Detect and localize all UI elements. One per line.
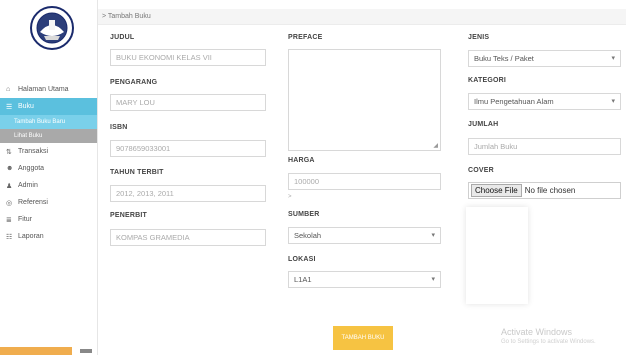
home-icon: ⌂: [6, 86, 11, 93]
pengarang-input[interactable]: MARY LOU: [110, 94, 266, 111]
jenis-label: JENIS: [468, 34, 490, 41]
sidebar-item-admin[interactable]: ♟ Admin: [0, 177, 97, 194]
sidebar-footer-bar: [0, 347, 72, 355]
harga-input[interactable]: 100000: [288, 173, 441, 190]
cover-label: COVER: [468, 167, 494, 174]
penerbit-label: PENERBIT: [110, 212, 147, 219]
breadcrumb: > Tambah Buku: [98, 9, 626, 25]
sidebar-item-label: Anggota: [18, 165, 45, 172]
isbn-input[interactable]: 9078659033001: [110, 140, 266, 157]
jumlah-input[interactable]: Jumlah Buku: [468, 138, 621, 155]
sumber-label: SUMBER: [288, 211, 320, 218]
choose-file-button[interactable]: Choose File: [471, 184, 522, 197]
sidebar-item-label: Fitur: [18, 216, 32, 223]
resize-handle-icon[interactable]: ◢: [433, 142, 438, 149]
tahun-terbit-input[interactable]: 2012, 2013, 2011: [110, 185, 266, 202]
judul-input[interactable]: BUKU EKONOMI KELAS VII: [110, 49, 266, 66]
sidebar-nav: ⌂ Halaman Utama ☰ Buku Tambah Buku Baru …: [0, 81, 97, 245]
sidebar-item-anggota[interactable]: ☻ Anggota: [0, 160, 97, 177]
harga-label: HARGA: [288, 157, 315, 164]
book-icon: ☰: [6, 103, 13, 111]
sidebar-item-label: Admin: [18, 182, 38, 189]
isbn-label: ISBN: [110, 124, 128, 131]
lokasi-select[interactable]: L1A1: [288, 271, 441, 288]
kategori-label: KATEGORI: [468, 77, 507, 84]
sidebar-item-referensi[interactable]: ◎ Referensi: [0, 194, 97, 211]
sidebar-item-label: Halaman Utama: [18, 86, 69, 93]
jenis-select[interactable]: Buku Teks / Paket: [468, 50, 621, 67]
sidebar-item-transaksi[interactable]: ⇅ Transaksi: [0, 143, 97, 160]
sidebar-item-buku[interactable]: ☰ Buku: [0, 98, 97, 115]
globe-icon: ◎: [6, 199, 13, 207]
kategori-select[interactable]: Ilmu Pengetahuan Alam: [468, 93, 621, 110]
activate-windows-title: Activate Windows: [501, 327, 573, 337]
penerbit-input[interactable]: KOMPAS GRAMEDIA: [110, 229, 266, 246]
judul-label: JUDUL: [110, 34, 135, 41]
sidebar: ⌂ Halaman Utama ☰ Buku Tambah Buku Baru …: [0, 0, 98, 355]
sidebar-item-halaman-utama[interactable]: ⌂ Halaman Utama: [0, 81, 97, 98]
sidebar-item-label: Transaksi: [18, 148, 49, 155]
file-status-text: No file chosen: [524, 186, 576, 195]
lokasi-label: LOKASI: [288, 256, 316, 263]
transaction-icon: ⇅: [6, 148, 12, 156]
preface-label: PREFACE: [288, 34, 323, 41]
cover-file-input[interactable]: Choose File No file chosen: [468, 182, 621, 199]
preface-textarea[interactable]: ◢: [288, 49, 441, 151]
sidebar-footer-toggle[interactable]: [80, 349, 92, 353]
sidebar-item-label: Buku: [18, 103, 34, 110]
sidebar-subitem-label: Tambah Buku Baru: [14, 119, 66, 125]
user-icon: ♟: [6, 182, 13, 190]
school-logo: [30, 6, 74, 50]
activate-windows-subtitle: Go to Settings to activate Windows.: [501, 339, 596, 345]
tambah-buku-button[interactable]: TAMBAH BUKU: [333, 326, 393, 350]
jumlah-label: JUMLAH: [468, 121, 499, 128]
sidebar-item-fitur[interactable]: ≣ Fitur: [0, 211, 97, 228]
cover-preview: [466, 207, 528, 304]
sidebar-item-label: Referensi: [18, 199, 48, 206]
members-icon: ☻: [6, 165, 14, 172]
sumber-select[interactable]: Sekolah: [288, 227, 441, 244]
list-icon: ≣: [6, 216, 12, 224]
tahun-terbit-label: TAHUN TERBIT: [110, 169, 164, 176]
sidebar-subitem-label: Lihat Buku: [14, 133, 43, 139]
report-icon: ☷: [6, 233, 13, 241]
harga-hint: >: [288, 194, 292, 200]
sidebar-item-laporan[interactable]: ☷ Laporan: [0, 228, 97, 245]
sidebar-subitem-lihat-buku[interactable]: Lihat Buku: [0, 129, 97, 143]
pengarang-label: PENGARANG: [110, 79, 158, 86]
sidebar-subitem-tambah-buku[interactable]: Tambah Buku Baru: [0, 115, 97, 129]
sidebar-item-label: Laporan: [18, 233, 44, 240]
